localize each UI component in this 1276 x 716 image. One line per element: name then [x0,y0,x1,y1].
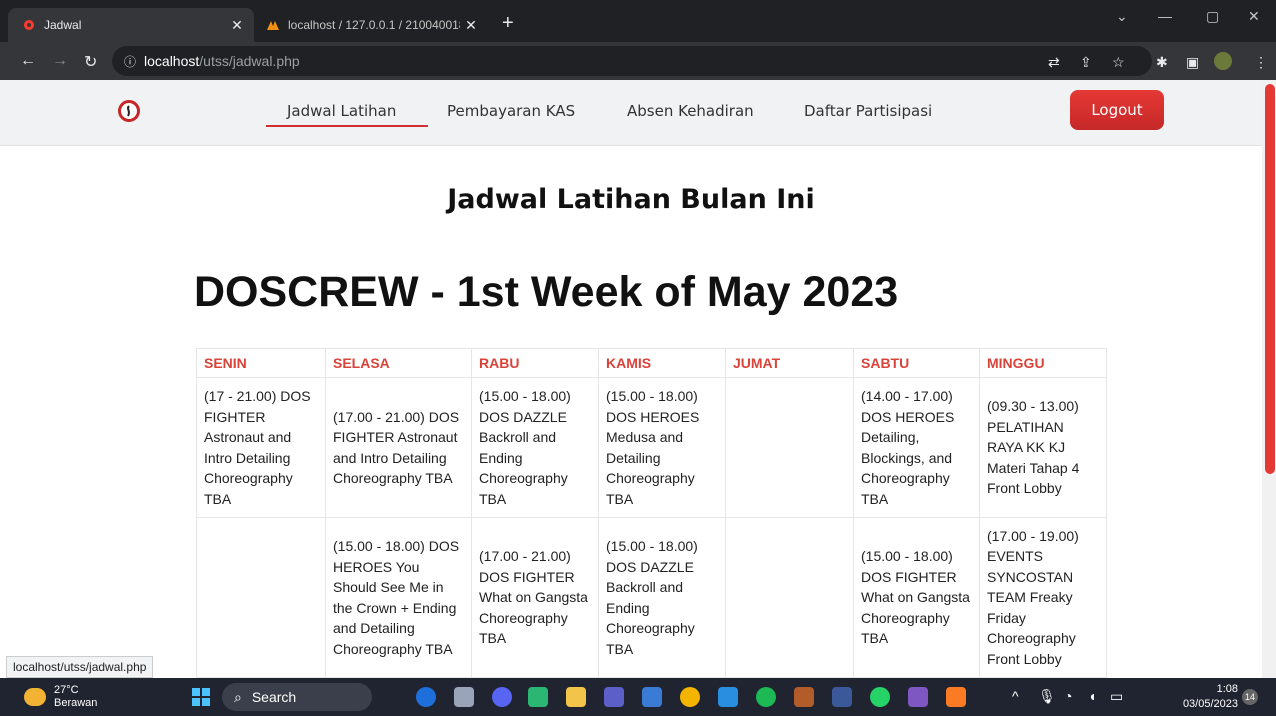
taskbar-clock[interactable]: 1:08 03/05/2023 [1172,682,1238,712]
column-header-selasa: SELASA [325,348,472,378]
task-view-icon[interactable] [454,687,474,707]
volume-icon[interactable]: ◖ [1088,688,1096,704]
restore-icon[interactable]: ▢ [1206,8,1219,25]
url-path: /utss/jadwal.php [199,53,300,69]
schedule-cell: (17 - 21.00) DOS FIGHTER Astronaut and I… [196,377,326,518]
column-header-rabu: RABU [471,348,599,378]
whatsapp-icon[interactable] [870,687,890,707]
app-icon[interactable] [908,687,928,707]
opera-favicon-icon [22,18,36,32]
schedule-cell: (15.00 - 18.00) DOS HEROES You Should Se… [325,517,472,678]
column-header-senin: SENIN [196,348,326,378]
nav-jadwal-latihan[interactable]: Jadwal Latihan [287,102,396,120]
schedule-cell [196,517,326,678]
window-close-icon[interactable]: ✕ [1248,8,1260,25]
schedule-cell [725,517,854,678]
new-tab-button[interactable]: + [502,12,514,35]
clock-date: 03/05/2023 [1182,698,1238,710]
taskbar-search[interactable]: ⌕ Search [222,683,372,711]
nav-absen-kehadiran[interactable]: Absen Kehadiran [627,102,754,120]
side-panel-icon[interactable]: ▣ [1186,54,1199,71]
tray-chevron-icon[interactable]: ^ [1012,688,1019,704]
share-icon[interactable]: ⇪ [1080,54,1092,71]
active-nav-underline [266,125,428,127]
table-row: (17 - 21.00) DOS FIGHTER Astronaut and I… [196,377,1107,518]
week-title: DOSCREW - 1st Week of May 2023 [194,268,899,316]
tab-title: localhost / 127.0.0.1 / 210040018 [288,18,460,32]
translate-icon[interactable]: ⇄ [1048,54,1060,71]
app-icon[interactable] [832,687,852,707]
schedule-table: SENIN SELASA RABU KAMIS JUMAT SABTU MING… [196,348,1107,678]
page-heading: Jadwal Latihan Bulan Ini [447,184,815,215]
battery-icon[interactable]: ▭ [1110,688,1123,705]
spotify-icon[interactable] [756,687,776,707]
menu-kebab-icon[interactable]: ⋮ [1254,54,1268,71]
weather-temp: 27°C [54,684,79,696]
link-status-bar: localhost/utss/jadwal.php [6,656,154,678]
browser-toolbar: ← → ↻ ⓘ localhost/utss/jadwal.php ⇄ ⇪ ☆ … [0,42,1276,80]
schedule-cell: (15.00 - 18.00) DOS DAZZLE Backroll and … [471,377,599,518]
schedule-cell: (17.00 - 21.00) DOS FIGHTER What on Gang… [471,517,599,678]
wifi-icon[interactable]: ◔ [1064,688,1072,704]
back-icon[interactable]: ← [20,52,36,70]
bookmark-star-icon[interactable]: ☆ [1112,54,1125,71]
table-header-row: SENIN SELASA RABU KAMIS JUMAT SABTU MING… [196,348,1107,378]
minimize-icon[interactable]: — [1158,8,1172,24]
column-header-sabtu: SABTU [853,348,980,378]
column-header-kamis: KAMIS [598,348,726,378]
microphone-icon[interactable]: 🎙 [1038,688,1056,705]
clock-time: 1:08 [1216,683,1238,695]
url-host: localhost [144,53,200,69]
column-header-minggu: MINGGU [979,348,1107,378]
weather-cloud-sun-icon [24,688,46,706]
schedule-cell: (15.00 - 18.00) DOS DAZZLE Backroll and … [598,517,726,678]
schedule-cell: (09.30 - 13.00) PELATIHAN RAYA KK KJ Mat… [979,377,1107,518]
info-icon[interactable]: ⓘ [124,53,136,70]
schedule-cell: (15.00 - 18.00) DOS FIGHTER What on Gang… [853,517,980,678]
phpmyadmin-favicon-icon [266,18,280,32]
telegram-icon[interactable] [642,687,662,707]
windows-start-icon[interactable] [192,688,210,706]
column-header-jumat: JUMAT [725,348,854,378]
profile-avatar[interactable] [1214,52,1232,70]
extensions-icon[interactable]: ✱ [1156,54,1168,71]
copilot-icon[interactable] [416,687,436,707]
chat-icon[interactable] [528,687,548,707]
schedule-cell: (17.00 - 21.00) DOS FIGHTER Astronaut an… [325,377,472,518]
schedule-cell [725,377,854,518]
search-icon: ⌕ [234,688,242,705]
teams-icon[interactable] [604,687,624,707]
nav-pembayaran-kas[interactable]: Pembayaran KAS [447,102,575,120]
vscode-icon[interactable] [718,687,738,707]
close-tab-icon[interactable]: ✕ [226,17,248,34]
table-row: (15.00 - 18.00) DOS HEROES You Should Se… [196,517,1107,678]
address-bar[interactable]: ⓘ localhost/utss/jadwal.php [112,46,1152,76]
schedule-cell: (14.00 - 17.00) DOS HEROES Detailing, Bl… [853,377,980,518]
schedule-cell: (15.00 - 18.00) DOS HEROES Medusa and De… [598,377,726,518]
tab-search-icon[interactable]: ⌄ [1116,8,1128,25]
scrollbar-thumb[interactable] [1265,84,1275,474]
notification-badge[interactable]: 14 [1242,689,1258,705]
windows-taskbar: 27°C Berawan ⌕ Search ^ 🎙 ◔ ◖ ▭ 1:08 03/… [0,678,1276,716]
nav-daftar-partisipasi[interactable]: Daftar Partisipasi [804,102,932,120]
forward-icon[interactable]: → [52,52,68,70]
schedule-cell: (17.00 - 19.00) EVENTS SYNCOSTAN TEAM Fr… [979,517,1107,678]
weather-widget[interactable]: 27°C Berawan [24,684,97,710]
tab-phpmyadmin[interactable]: localhost / 127.0.0.1 / 210040018 ✕ [256,8,488,42]
close-tab-icon[interactable]: ✕ [460,17,482,34]
logout-button[interactable]: Logout [1070,90,1164,130]
chrome-icon[interactable] [680,687,700,707]
browser-tab-strip: Jadwal ✕ localhost / 127.0.0.1 / 2100400… [0,0,1276,42]
xampp-icon[interactable] [946,687,966,707]
meet-icon[interactable] [492,687,512,707]
reload-icon[interactable]: ↻ [84,52,97,72]
site-navbar: Jadwal Latihan Pembayaran KAS Absen Keha… [0,80,1262,146]
tab-title: Jadwal [44,18,82,32]
search-label: Search [251,689,297,705]
app-icon[interactable] [794,687,814,707]
tab-jadwal[interactable]: Jadwal ✕ [8,8,254,42]
file-explorer-icon[interactable] [566,687,586,707]
site-logo[interactable] [118,100,140,122]
weather-condition: Berawan [54,697,98,709]
